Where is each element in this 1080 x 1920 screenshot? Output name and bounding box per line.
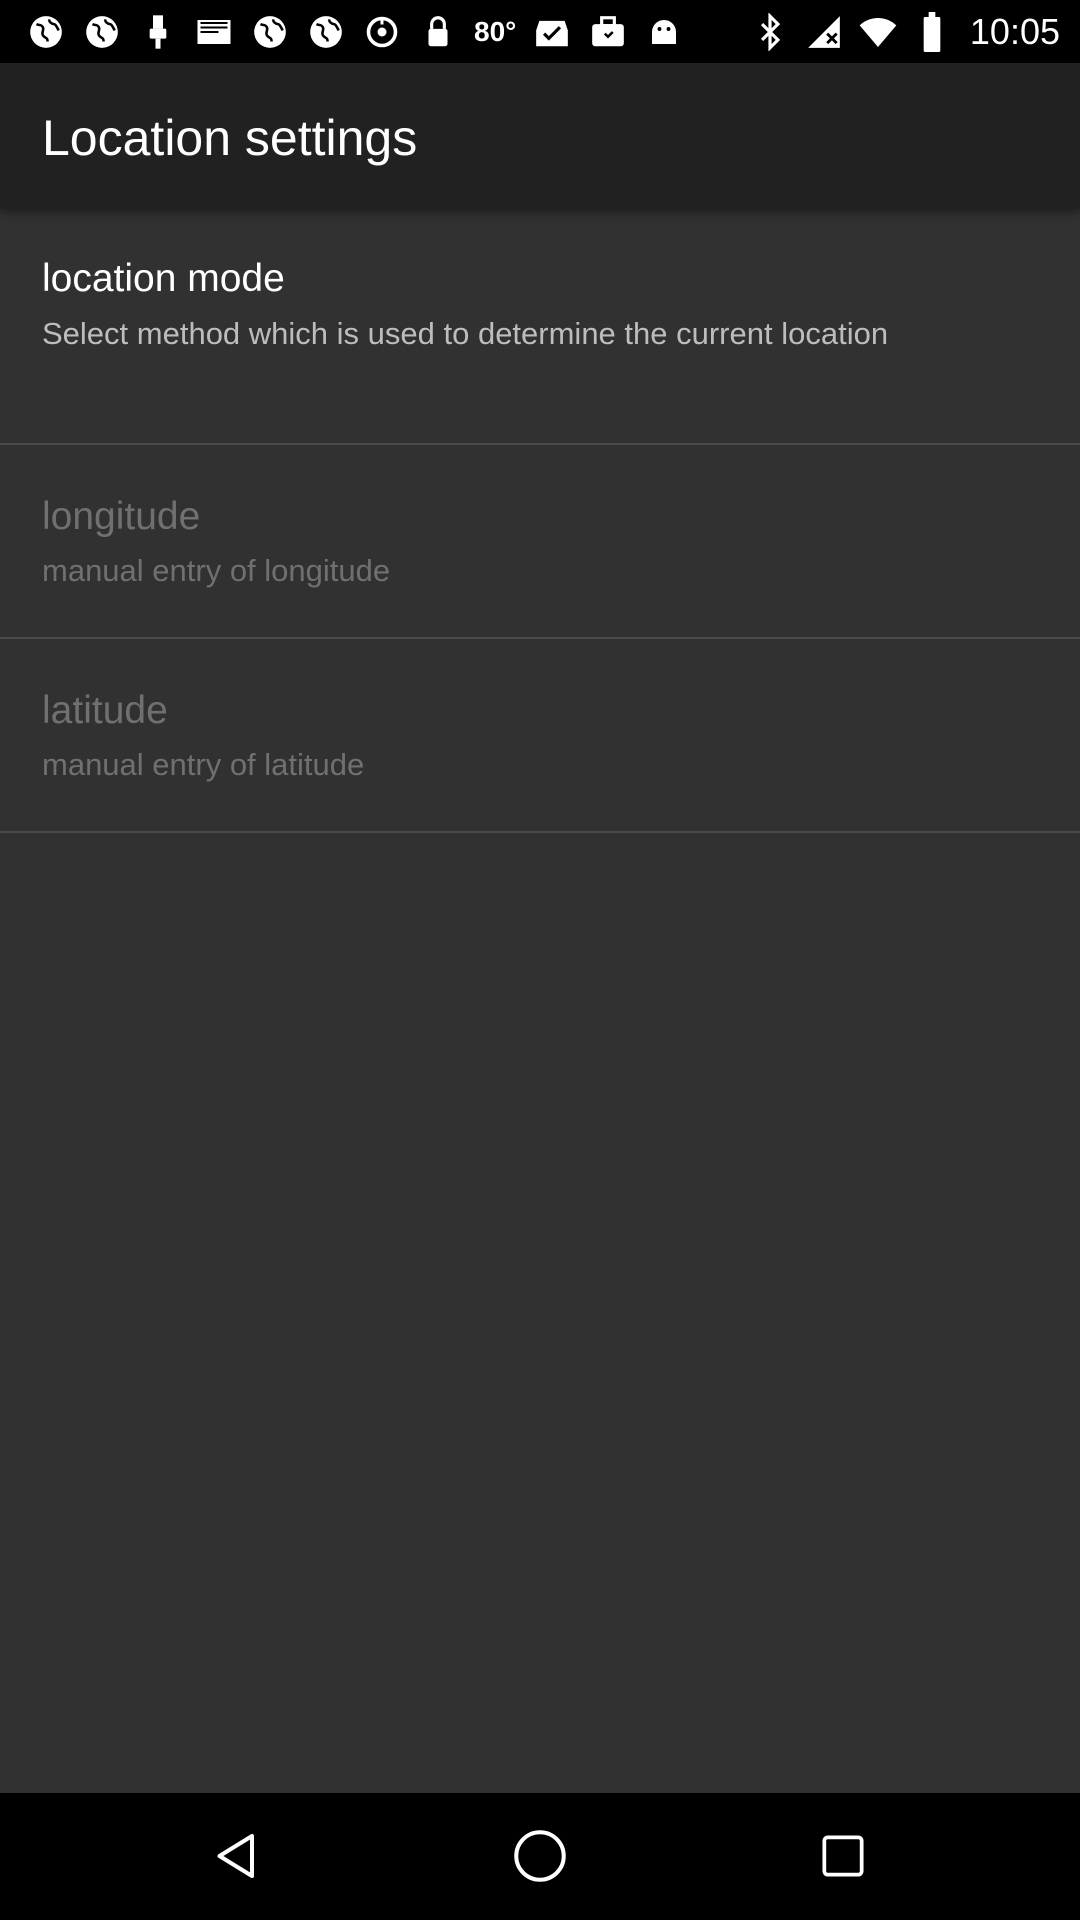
preference-title: location mode: [42, 257, 285, 300]
lock-icon: [416, 10, 460, 54]
page-title: Location settings: [42, 110, 418, 166]
recents-icon: [815, 1828, 871, 1888]
globe-icon: [24, 10, 68, 54]
back-button[interactable]: [192, 1813, 282, 1903]
status-bar: 80° 10:05: [0, 0, 1080, 63]
location-mode-preference[interactable]: location mode Select method which is use…: [0, 209, 1080, 445]
system-icons: 10:05: [750, 8, 1060, 56]
back-icon: [207, 1826, 267, 1890]
no-signal-icon: [804, 10, 844, 54]
clock: 10:05: [969, 11, 1060, 52]
home-icon: [510, 1826, 570, 1890]
preference-summary: manual entry of latitude: [42, 747, 365, 782]
longitude-preference: longitude manual entry of longitude: [0, 445, 1080, 639]
wifi-icon: [858, 10, 898, 54]
preference-title: longitude: [42, 495, 201, 538]
globe-icon: [304, 10, 348, 54]
usb-icon: [136, 10, 180, 54]
screen: 80° 10:05 Location settings location mod…: [0, 0, 1080, 1920]
globe-icon: [248, 10, 292, 54]
navigation-bar: [0, 1793, 1080, 1920]
latitude-preference: latitude manual entry of latitude: [0, 639, 1080, 833]
preference-summary: Select method which is used to determine…: [42, 316, 889, 351]
bluetooth-icon: [750, 10, 790, 54]
globe-icon: [80, 10, 124, 54]
briefcase-icon: [586, 10, 630, 54]
sync-icon: [360, 10, 404, 54]
mail-icon: [192, 10, 236, 54]
weather-temperature: 80°: [474, 16, 517, 47]
settings-list: location mode Select method which is use…: [0, 209, 1080, 833]
preference-title: latitude: [42, 689, 168, 732]
android-icon: [642, 10, 686, 54]
task-check-icon: [530, 10, 574, 54]
battery-icon: [912, 10, 952, 54]
app-bar: Location settings: [0, 63, 1080, 209]
preference-summary: manual entry of longitude: [42, 553, 391, 588]
home-button[interactable]: [495, 1813, 585, 1903]
notification-icons: 80°: [24, 8, 686, 56]
recents-button[interactable]: [798, 1813, 888, 1903]
